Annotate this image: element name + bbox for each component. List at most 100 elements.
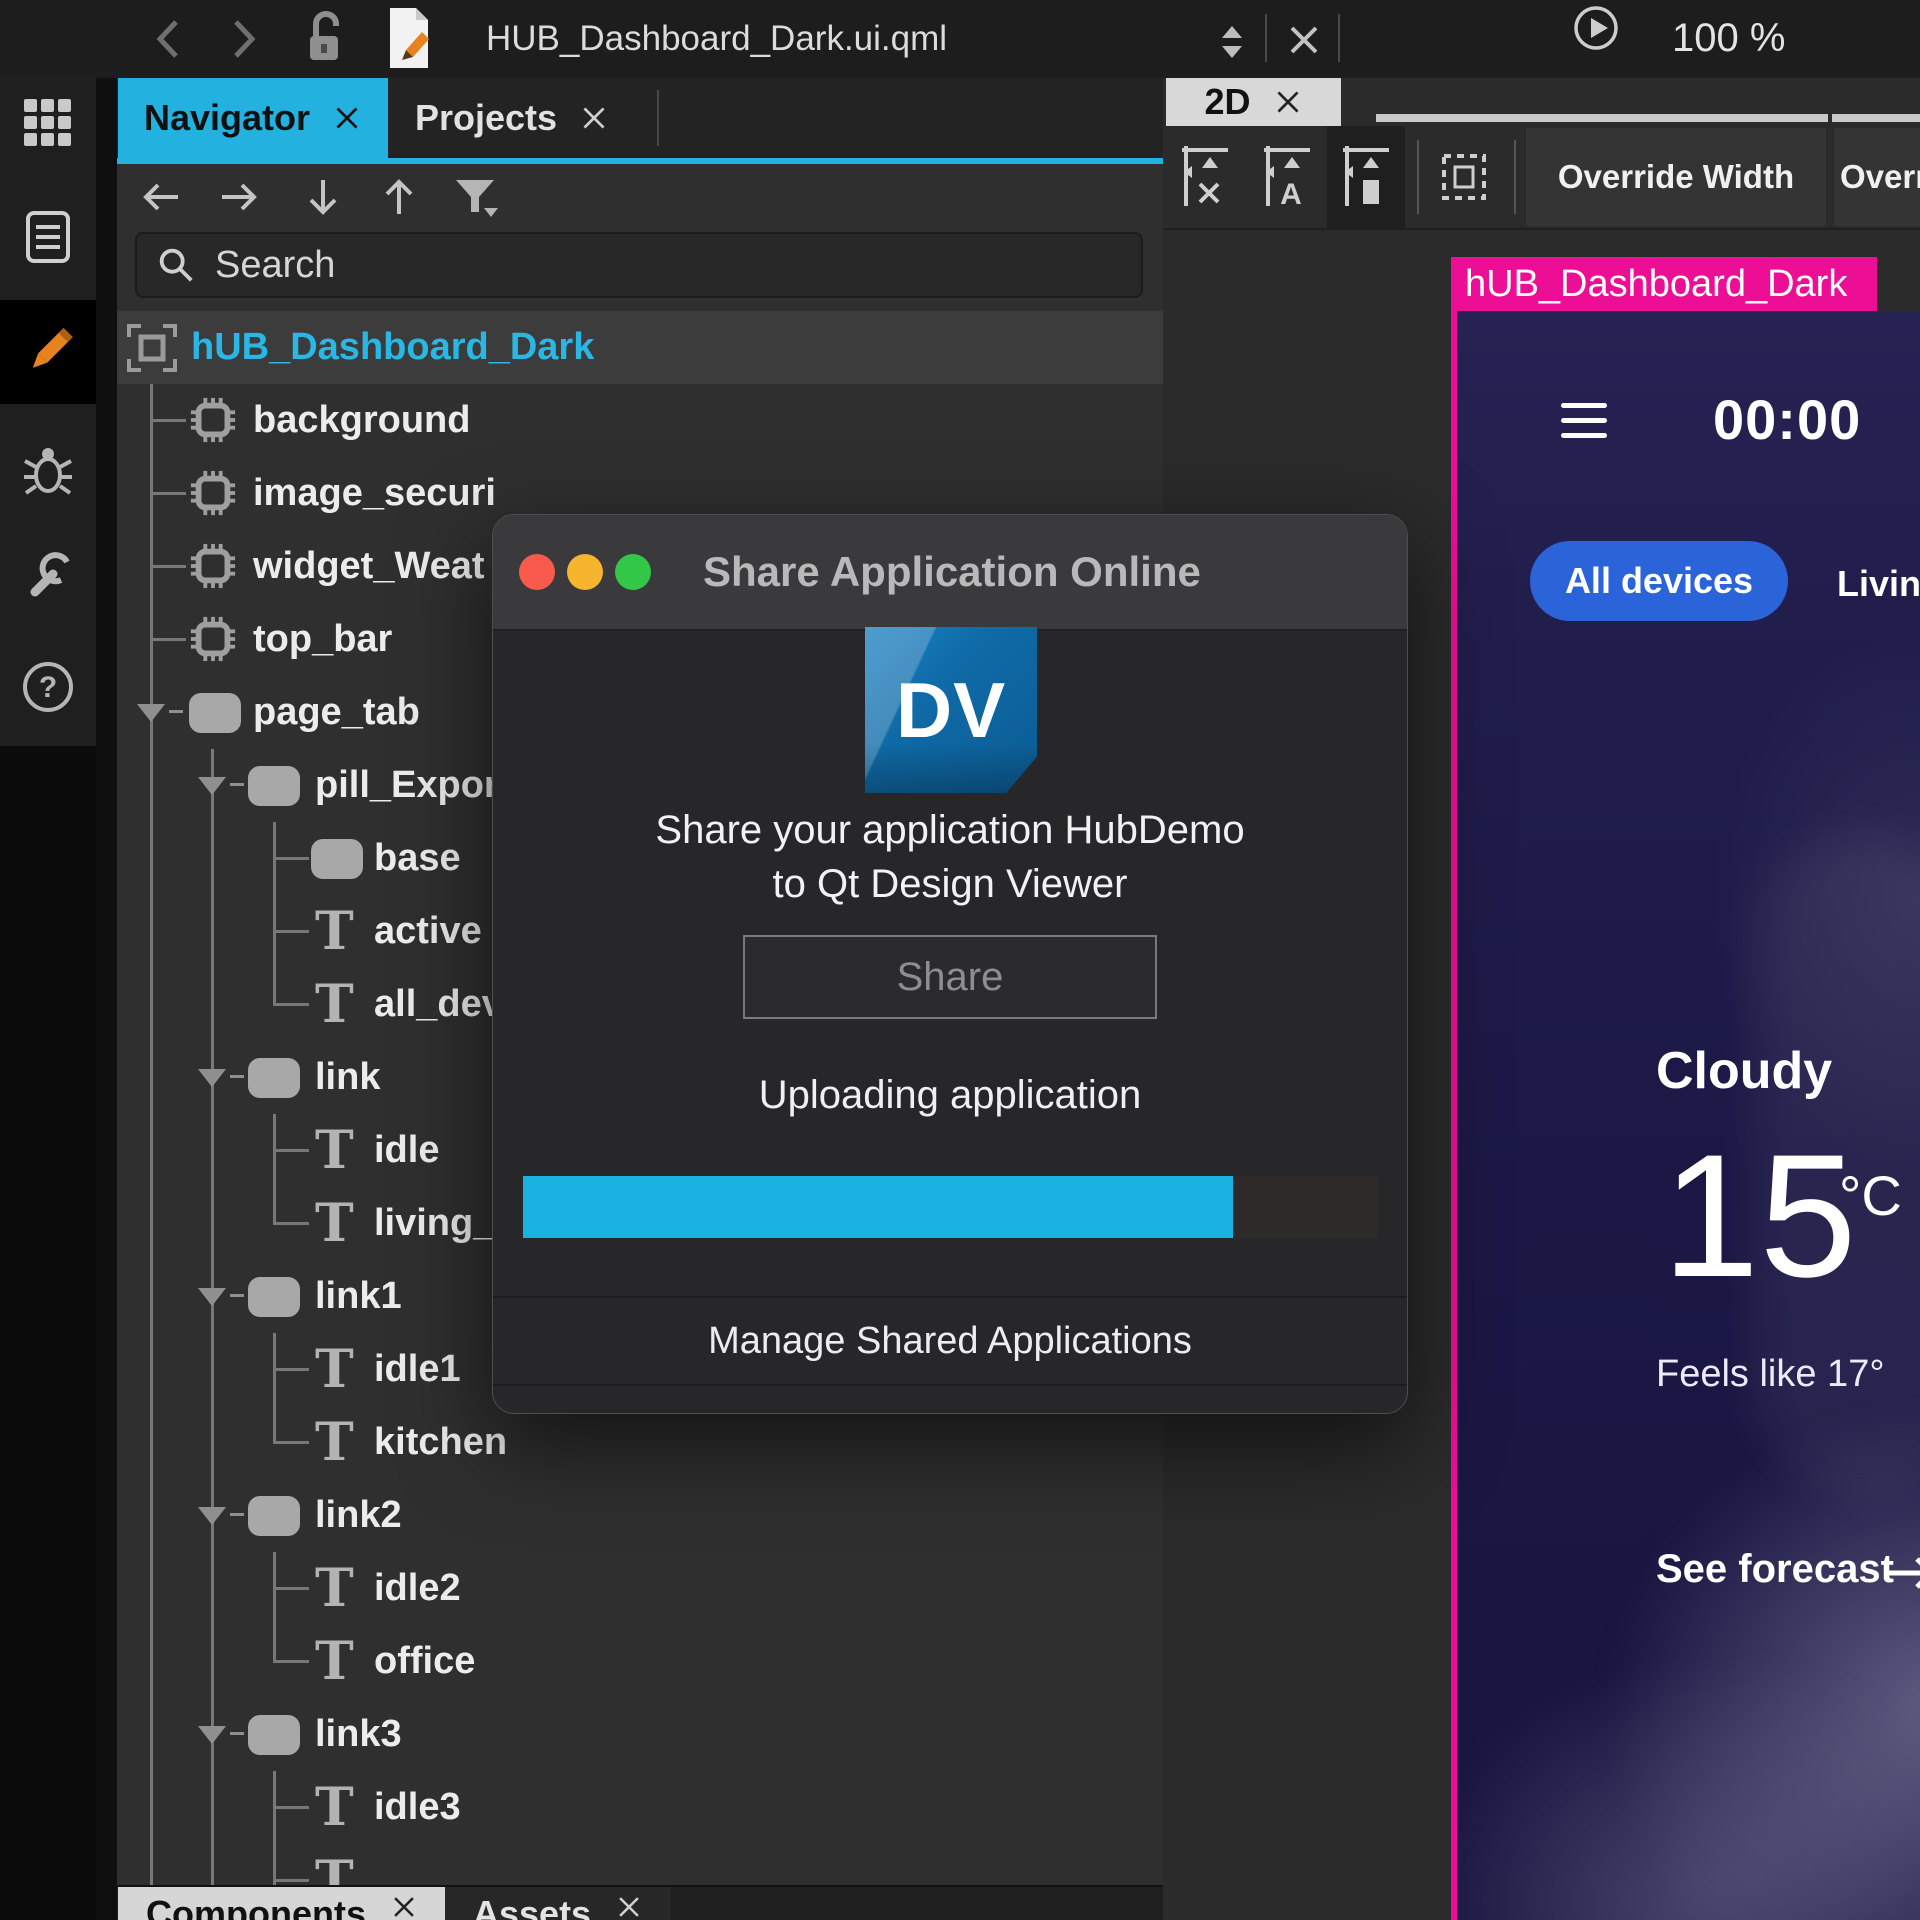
document-list-icon[interactable]: [0, 194, 96, 280]
group-icon: [248, 1496, 300, 1536]
expand-triangle-icon[interactable]: [198, 1288, 226, 1306]
tree-item[interactable]: T kitchen: [117, 1406, 1163, 1479]
dialog-message: Share your application HubDemo to Qt Des…: [493, 803, 1407, 911]
share-application-dialog: Share Application Online DV Share your a…: [492, 514, 1408, 1414]
tree-item[interactable]: link2: [117, 1479, 1163, 1552]
living-room-tab[interactable]: Living: [1837, 563, 1920, 605]
group-icon: [311, 839, 363, 879]
design-viewer-logo: DV: [865, 627, 1037, 793]
tab-2d[interactable]: 2D: [1166, 78, 1341, 126]
group-icon: [248, 766, 300, 806]
sort-arrows-icon[interactable]: [1212, 22, 1252, 62]
text-icon: T: [315, 1771, 354, 1844]
debug-bug-icon[interactable]: [0, 428, 96, 514]
tree-item[interactable]: T office: [117, 1625, 1163, 1698]
expand-triangle-icon[interactable]: [198, 1069, 226, 1087]
run-play-icon[interactable]: [1572, 4, 1620, 52]
close-icon[interactable]: [1273, 87, 1303, 117]
divider: [1417, 140, 1419, 214]
traffic-minimize-icon[interactable]: [567, 554, 603, 590]
tree-item[interactable]: background: [117, 384, 1163, 457]
back-chevron-icon[interactable]: [150, 16, 186, 62]
temperature-value: 15: [1662, 1129, 1857, 1304]
2d-toolbar: A Override Width: [1163, 126, 1920, 230]
text-icon: T: [315, 1552, 354, 1625]
tab-components[interactable]: Components: [118, 1887, 446, 1920]
grid-apps-icon[interactable]: [0, 80, 96, 166]
bottom-tab-bar: Components Assets: [117, 1885, 1163, 1920]
rail-empty: [0, 746, 96, 1920]
override-text-icon[interactable]: A: [1257, 126, 1317, 228]
expand-triangle-icon[interactable]: [198, 1507, 226, 1525]
tabbar-edge: [1376, 114, 1828, 122]
traffic-zoom-icon[interactable]: [615, 554, 651, 590]
divider: [493, 1384, 1407, 1386]
tabbar-edge: [1832, 114, 1920, 122]
group-icon: [248, 1058, 300, 1098]
text-icon: T: [315, 968, 354, 1041]
svg-text:?: ?: [39, 671, 57, 704]
tree-item[interactable]: link3: [117, 1698, 1163, 1771]
group-icon: [248, 1715, 300, 1755]
text-icon: T: [315, 1625, 354, 1698]
hamburger-menu-icon[interactable]: [1561, 403, 1607, 448]
close-icon[interactable]: [615, 1893, 643, 1920]
zoom-level[interactable]: 100 %: [1672, 10, 1785, 66]
override-width-button[interactable]: Override Width: [1526, 128, 1826, 226]
qt-design-studio-window: HUB_Dashboard_Dark.ui.qml 100 %: [0, 0, 1920, 1920]
upload-progress-bar: [523, 1176, 1378, 1238]
expand-triangle-icon[interactable]: [137, 704, 165, 722]
text-icon: T: [315, 1333, 354, 1406]
tab-assets[interactable]: Assets: [445, 1887, 671, 1920]
expand-triangle-icon[interactable]: [198, 1726, 226, 1744]
text-icon: T: [315, 1187, 354, 1260]
text-icon: T: [315, 895, 354, 968]
tree-item[interactable]: T idle3: [117, 1771, 1163, 1844]
selection-bracket-icon: [125, 321, 179, 375]
tool-rail: ?: [0, 78, 96, 1920]
forward-chevron-icon[interactable]: [226, 16, 262, 62]
override-height-button[interactable]: Overri: [1834, 128, 1920, 226]
divider: [1265, 14, 1267, 62]
artboard-label[interactable]: hUB_Dashboard_Dark: [1451, 257, 1877, 311]
document-title: HUB_Dashboard_Dark.ui.qml: [486, 0, 947, 78]
see-forecast-link[interactable]: See forecast: [1656, 1547, 1894, 1592]
dialog-title-bar[interactable]: Share Application Online: [493, 515, 1407, 631]
cloud-image: [1457, 1661, 1920, 1920]
text-icon: T: [315, 1406, 354, 1479]
group-icon: [248, 1277, 300, 1317]
component-icon: [189, 615, 237, 663]
close-icon[interactable]: [390, 1893, 418, 1920]
tree-item[interactable]: T idle2: [117, 1552, 1163, 1625]
settings-wrench-icon[interactable]: [0, 532, 96, 618]
group-icon: [189, 693, 241, 733]
divider: [1514, 140, 1516, 214]
design-pencil-tool-icon[interactable]: [0, 300, 96, 404]
manage-shared-applications-link[interactable]: Manage Shared Applications: [493, 1298, 1407, 1384]
text-icon: T: [315, 1114, 354, 1187]
weather-condition-label: Cloudy: [1656, 1041, 1832, 1101]
file-edit-icon: [382, 6, 438, 70]
panel-divider: [96, 78, 117, 1920]
forecast-arrow-icon[interactable]: [1881, 1549, 1920, 1597]
override-fill-icon[interactable]: [1327, 126, 1405, 228]
traffic-close-icon[interactable]: [519, 554, 555, 590]
override-none-icon[interactable]: [1175, 126, 1235, 228]
selection-mode-icon[interactable]: [1429, 126, 1499, 228]
top-bar: HUB_Dashboard_Dark.ui.qml 100 %: [0, 0, 1920, 80]
upload-status: Uploading application: [493, 1073, 1407, 1118]
svg-text:A: A: [1280, 178, 1302, 211]
share-button[interactable]: Share: [743, 935, 1157, 1019]
upload-progress-fill: [523, 1176, 1233, 1238]
help-icon[interactable]: ?: [0, 644, 96, 730]
component-icon: [189, 396, 237, 444]
expand-triangle-icon[interactable]: [198, 777, 226, 795]
close-document-icon[interactable]: [1282, 18, 1326, 62]
tree-item-root[interactable]: hUB_Dashboard_Dark: [117, 311, 1163, 384]
artboard-preview: 00:00 All devices Living Cloudy 15 °C Fe…: [1457, 311, 1920, 1920]
unlock-icon[interactable]: [300, 8, 350, 68]
temperature-unit: °C: [1839, 1163, 1902, 1228]
component-icon: [189, 469, 237, 517]
all-devices-button[interactable]: All devices: [1530, 541, 1788, 621]
dialog-title: Share Application Online: [703, 515, 1201, 629]
